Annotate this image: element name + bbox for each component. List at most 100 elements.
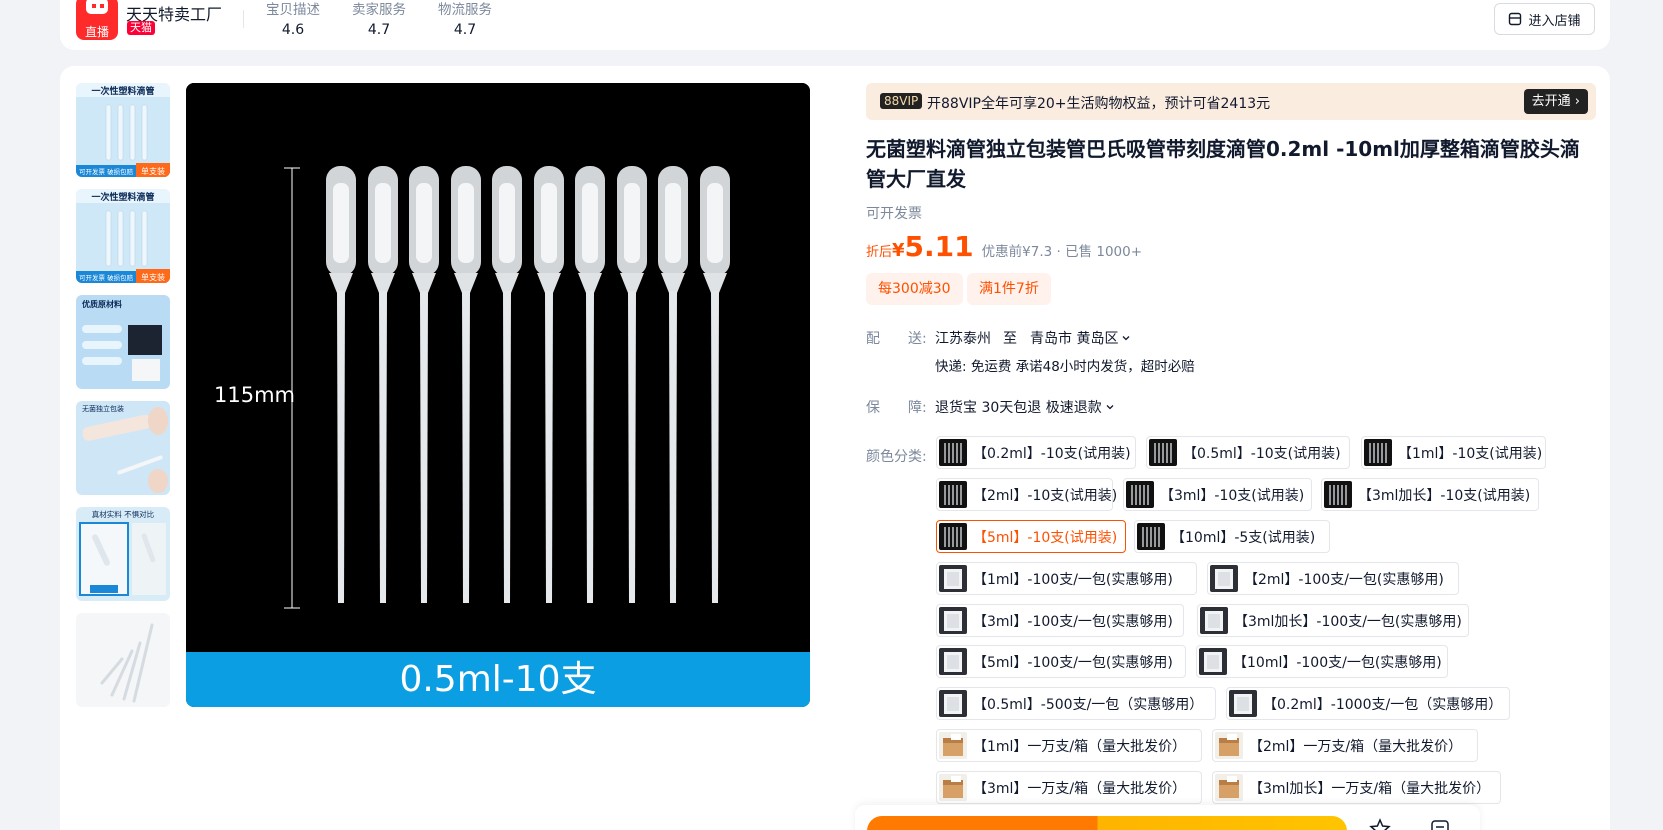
- sku-option-label: 【1ml】一万支/箱（量大批发价）: [973, 738, 1187, 755]
- store-logo[interactable]: 直播: [76, 0, 118, 40]
- shop-icon: [1509, 12, 1522, 26]
- sku-option[interactable]: 【3ml】-100支/一包(实惠够用): [936, 604, 1184, 637]
- sku-thumbnail: [939, 523, 967, 550]
- thumbnail-2[interactable]: 一次性塑料滴管 可开发票 破损包赔 单支装: [76, 189, 170, 283]
- rating-value: 4.6: [281, 22, 305, 38]
- sku-thumbnail: [939, 690, 967, 717]
- guarantee-select[interactable]: 退货宝 30天包退 极速退款: [935, 397, 1115, 417]
- thumbnail-4[interactable]: 无菌独立包装: [76, 401, 170, 495]
- chevron-down-icon: [1106, 405, 1114, 410]
- rating-label: 物流服务: [438, 2, 492, 18]
- sku-thumbnail: [1324, 481, 1352, 508]
- thumbnail-6[interactable]: [76, 613, 170, 707]
- enter-shop-label: 进入店铺: [1528, 13, 1581, 29]
- price-row: 折后 ¥ 5.11 优惠前¥7.3 · 已售 1000+: [866, 230, 1142, 263]
- sku-thumbnail: [1210, 565, 1238, 592]
- sku-option-label: 【5ml】-10支(试用装): [973, 529, 1118, 546]
- sku-option[interactable]: 【5ml】-100支/一包(实惠够用): [936, 645, 1186, 678]
- sku-option[interactable]: 【3ml】一万支/箱（量大批发价）: [936, 771, 1202, 804]
- svg-text:无菌独立包装: 无菌独立包装: [82, 404, 124, 413]
- sku-option[interactable]: 【3ml加长】-10支(试用装): [1321, 478, 1539, 511]
- sku-thumbnail: [1199, 648, 1227, 675]
- sku-option-label: 【0.2ml】-1000支/一包（实惠够用）: [1263, 696, 1503, 713]
- message-icon[interactable]: [1429, 818, 1451, 830]
- sku-thumbnail: [1137, 523, 1165, 550]
- sku-thumbnail: [1364, 439, 1392, 466]
- svg-text:优质原材料: 优质原材料: [82, 299, 122, 309]
- sku-option[interactable]: 【10ml】-100支/一包(实惠够用): [1196, 645, 1448, 678]
- sku-option-label: 【2ml】一万支/箱（量大批发价）: [1249, 738, 1463, 755]
- sku-thumbnail: [939, 481, 967, 508]
- delivery-destination-select[interactable]: 青岛市 黄岛区: [1030, 328, 1131, 348]
- rating-service: 卖家服务 4.7: [344, 0, 414, 38]
- sku-thumbnail: [939, 774, 967, 801]
- delivery-from: 江苏泰州: [935, 331, 991, 347]
- sku-option[interactable]: 【10ml】-5支(试用装): [1134, 520, 1330, 553]
- sku-option[interactable]: 【1ml】一万支/箱（量大批发价）: [936, 729, 1202, 762]
- sku-thumbnail: [1126, 481, 1154, 508]
- delivery-label: 配 送:: [866, 331, 927, 347]
- enter-shop-button[interactable]: 进入店铺: [1494, 3, 1595, 35]
- sku-option[interactable]: 【0.2ml】-1000支/一包（实惠够用）: [1226, 687, 1510, 720]
- pipette-illustration: [186, 83, 810, 652]
- sku-thumbnail: [1229, 690, 1257, 717]
- invoice-note: 可开发票: [866, 206, 922, 222]
- rating-value: 4.7: [367, 22, 391, 38]
- delivery-detail: 快递: 免运费 承诺48小时内发货，超时必赔: [935, 359, 1195, 375]
- sku-option-label: 【3ml加长】一万支/箱（量大批发价）: [1249, 780, 1491, 797]
- sku-option[interactable]: 【2ml】-100支/一包(实惠够用): [1207, 562, 1459, 595]
- sku-option[interactable]: 【3ml加长】-100支/一包(实惠够用): [1197, 604, 1469, 637]
- star-icon[interactable]: [1369, 818, 1391, 830]
- sku-option-label: 【2ml】-10支(试用装): [973, 487, 1118, 504]
- sku-option[interactable]: 【2ml】-10支(试用装): [936, 478, 1117, 511]
- coupon-1[interactable]: 每300减30: [866, 273, 963, 305]
- sku-option[interactable]: 【1ml】-100支/一包(实惠够用): [936, 562, 1197, 595]
- header-divider: [243, 10, 244, 28]
- coupon-2[interactable]: 满1件7折: [967, 273, 1051, 305]
- sku-option-label: 【1ml】-10支(试用装): [1398, 445, 1543, 462]
- sku-thumbnail: [939, 607, 967, 634]
- product-title: 无菌塑料滴管独立包装管巴氏吸管带刻度滴管0.2ml -10ml加厚整箱滴管胶头滴…: [866, 137, 1580, 191]
- sku-option[interactable]: 【0.5ml】-10支(试用装): [1146, 436, 1350, 469]
- buy-buttons[interactable]: [867, 816, 1347, 830]
- sku-thumbnail: [1215, 732, 1243, 759]
- sku-option-label: 【10ml】-100支/一包(实惠够用): [1233, 654, 1442, 671]
- sku-option-label: 【5ml】-100支/一包(实惠够用): [973, 654, 1173, 671]
- svg-text:一次性塑料滴管: 一次性塑料滴管: [91, 85, 154, 97]
- vip-banner[interactable]: 88VIP 开88VIP全年可享20+生活购物权益，预计可省2413元 去开通 …: [866, 83, 1596, 120]
- sku-label: 颜色分类:: [866, 449, 927, 465]
- sku-thumbnail: [1200, 607, 1228, 634]
- guarantee-label: 保 障:: [866, 400, 927, 416]
- vip-open-button[interactable]: 去开通 ›: [1523, 89, 1588, 114]
- sku-option[interactable]: 【1ml】-10支(试用装): [1361, 436, 1546, 469]
- sku-option[interactable]: 【2ml】一万支/箱（量大批发价）: [1212, 729, 1478, 762]
- price-currency: ¥: [892, 240, 905, 261]
- sku-option[interactable]: 【0.2ml】-10支(试用装): [936, 436, 1136, 469]
- sku-option-label: 【10ml】-5支(试用装): [1171, 529, 1316, 546]
- rating-label: 卖家服务: [352, 2, 406, 18]
- thumbnail-3[interactable]: 优质原材料: [76, 295, 170, 389]
- sku-thumbnail: [939, 732, 967, 759]
- sku-option[interactable]: 【3ml】-10支(试用装): [1123, 478, 1312, 511]
- sku-thumbnail: [939, 439, 967, 466]
- sku-option[interactable]: 【5ml】-10支(试用装): [936, 520, 1126, 553]
- svg-text:单支装: 单支装: [141, 272, 165, 282]
- logo-text: 直播: [85, 25, 109, 39]
- sku-option-label: 【0.5ml】-10支(试用装): [1183, 445, 1341, 462]
- sku-thumbnail: [1149, 439, 1177, 466]
- svg-text:可开发票 破损包赔: 可开发票 破损包赔: [79, 167, 134, 176]
- dimension-label: 115mm: [214, 383, 295, 407]
- sku-option[interactable]: 【0.5ml】-500支/一包（实惠够用）: [936, 687, 1216, 720]
- svg-text:一次性塑料滴管: 一次性塑料滴管: [91, 191, 154, 203]
- sku-option[interactable]: 【3ml加长】一万支/箱（量大批发价）: [1212, 771, 1501, 804]
- main-product-image[interactable]: 115mm 0.5ml-10支: [186, 83, 810, 707]
- sku-option-label: 【3ml加长】-100支/一包(实惠够用): [1234, 613, 1462, 630]
- thumbnail-5[interactable]: 真材实料 不惧对比: [76, 507, 170, 601]
- sku-option-label: 【3ml】-10支(试用装): [1160, 487, 1305, 504]
- svg-text:真材实料 不惧对比: 真材实料 不惧对比: [92, 509, 155, 519]
- thumbnail-1[interactable]: 一次性塑料滴管 可开发票 破损包赔 单支装: [76, 83, 170, 177]
- sku-option-label: 【3ml】一万支/箱（量大批发价）: [973, 780, 1187, 797]
- sku-option-label: 【3ml】-100支/一包(实惠够用): [973, 613, 1173, 630]
- sku-option-label: 【0.2ml】-10支(试用装): [973, 445, 1131, 462]
- sku-thumbnail: [939, 648, 967, 675]
